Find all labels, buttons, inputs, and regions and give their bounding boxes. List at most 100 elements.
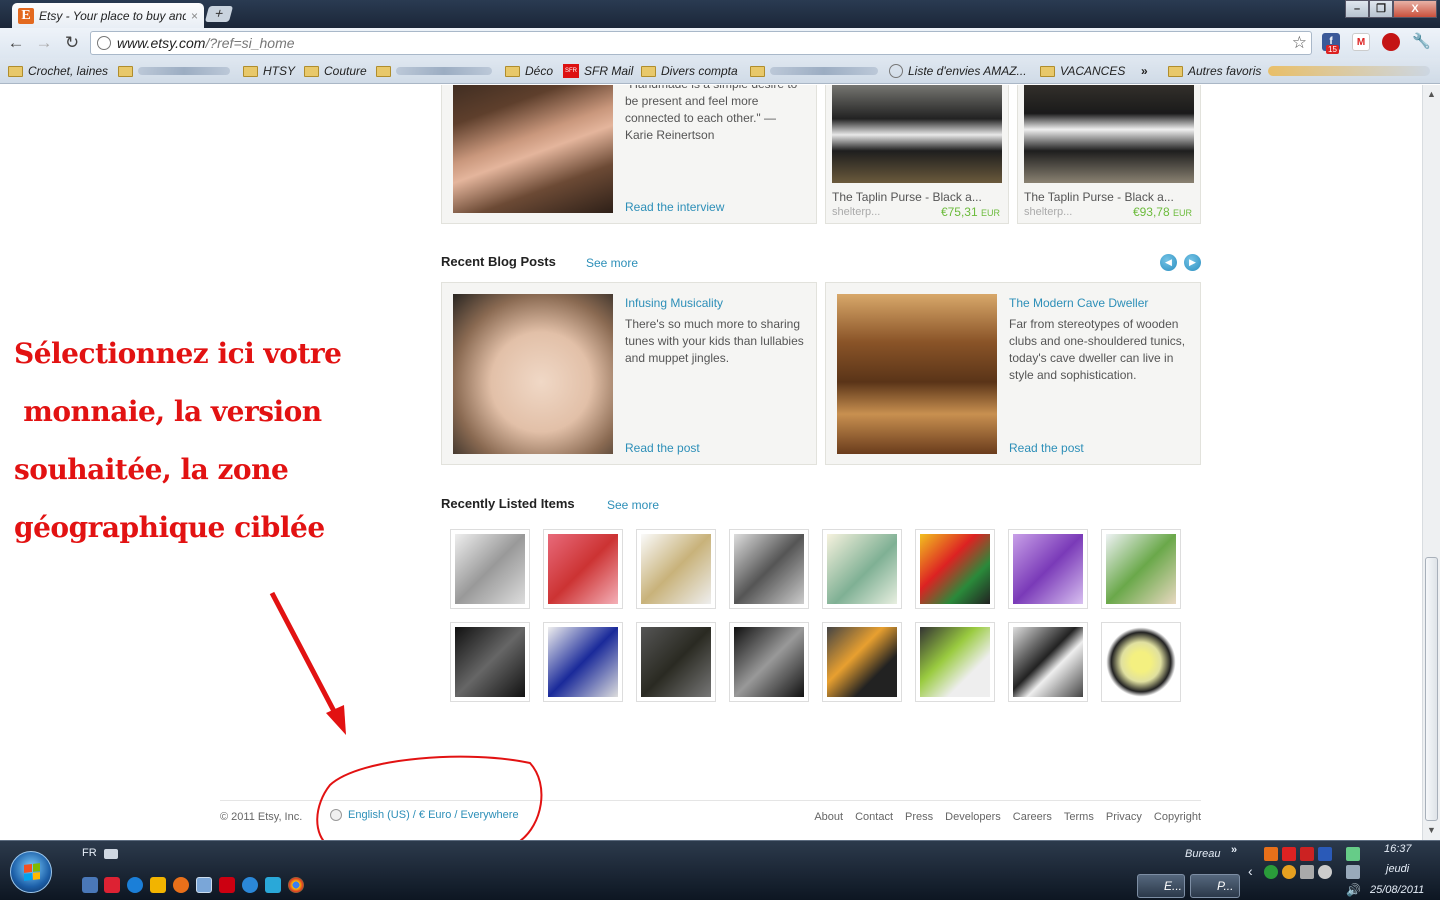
minimize-button[interactable]: – xyxy=(1345,0,1369,18)
forward-arrow-icon[interactable]: → xyxy=(34,33,54,53)
etsy-page: "Handmade is a simple desire to be prese… xyxy=(0,85,1422,840)
desktop-toolbar-more[interactable]: » xyxy=(1231,844,1237,856)
tray-icon-5[interactable] xyxy=(1300,865,1314,879)
window-icon[interactable] xyxy=(196,877,212,893)
new-tab-button[interactable]: + xyxy=(204,5,234,22)
tray-icon-6[interactable] xyxy=(1318,865,1332,879)
tray-icon-z[interactable] xyxy=(1318,847,1332,861)
bookmark-couture[interactable]: Couture xyxy=(304,63,367,79)
browser-toolbar: ← → ↻ www.etsy.com/?ref=si_home ☆ f 15 M… xyxy=(0,28,1440,58)
blurred-label xyxy=(770,67,878,75)
url-host: www.etsy.com xyxy=(117,35,206,51)
bookmark-divers-compta[interactable]: Divers compta xyxy=(641,63,738,79)
bookmark-htsy[interactable]: HTSY xyxy=(243,63,295,79)
bookmarks-overflow-chevron[interactable]: » xyxy=(1141,63,1148,79)
notification-badge: 15 xyxy=(1326,45,1339,54)
folder-icon xyxy=(8,65,23,77)
clock-time[interactable]: 16:37 xyxy=(1384,843,1412,855)
clock-date[interactable]: 25/08/2011 xyxy=(1370,884,1424,896)
annotation-arrow-shaft xyxy=(269,591,339,717)
clock-day[interactable]: jeudi xyxy=(1386,863,1409,875)
tray-icon-1[interactable] xyxy=(1264,847,1278,861)
bookmark-label: Liste d'envies AMAZ... xyxy=(908,64,1027,78)
scroll-down-arrow-icon[interactable]: ▼ xyxy=(1427,825,1436,835)
tray-expand-chevron[interactable]: ‹ xyxy=(1248,863,1253,879)
url-text: www.etsy.com/?ref=si_home xyxy=(117,35,295,51)
bookmark-amazon-wishlist[interactable]: Liste d'envies AMAZ... xyxy=(889,63,1027,79)
page-scrollbar[interactable]: ▲ ▼ xyxy=(1422,85,1440,840)
wrench-menu-icon[interactable]: 🔧 xyxy=(1412,33,1431,51)
bookmark-crochet[interactable]: Crochet, laines xyxy=(8,63,108,79)
word-icon[interactable] xyxy=(219,877,235,893)
bookmark-star-icon[interactable]: ☆ xyxy=(1292,33,1307,53)
etsy-favicon-icon: E xyxy=(18,7,34,24)
red-extension-icon[interactable] xyxy=(1382,33,1400,51)
tab-close-icon[interactable]: × xyxy=(191,9,198,23)
folder-icon xyxy=(243,65,258,77)
reload-icon[interactable]: ↻ xyxy=(62,33,82,53)
media-player-icon[interactable] xyxy=(150,877,166,893)
globe-icon xyxy=(889,64,903,78)
gmail-extension-icon[interactable]: M xyxy=(1352,33,1370,51)
firefox-icon[interactable] xyxy=(173,877,189,893)
page-info-icon[interactable] xyxy=(97,36,111,50)
ie-icon-2[interactable] xyxy=(242,877,258,893)
annotation-circle xyxy=(316,755,543,840)
input-language[interactable]: FR xyxy=(82,847,97,859)
chrome-icon[interactable] xyxy=(288,877,304,893)
bookmark-other-favorites[interactable]: Autres favoris xyxy=(1168,63,1261,79)
tray-icon-4[interactable] xyxy=(1282,865,1296,879)
maximize-button[interactable]: ❐ xyxy=(1369,0,1393,18)
desktop-toolbar-label[interactable]: Bureau xyxy=(1185,848,1220,860)
bookmark-label: Autres favoris xyxy=(1188,64,1262,78)
folder-icon xyxy=(376,65,391,77)
app-icon-red[interactable] xyxy=(104,877,120,893)
blurred-area xyxy=(1268,66,1430,76)
blurred-label xyxy=(138,67,230,75)
bookmark-label: Couture xyxy=(324,64,367,78)
windows-taskbar: FR Bureau » E... P... ‹ 🔊 16:37 jeudi 25… xyxy=(0,840,1440,900)
bookmark-label: Divers compta xyxy=(661,64,738,78)
bookmark-sfr-mail[interactable]: SFR SFR Mail xyxy=(563,63,633,79)
windows-logo-icon xyxy=(24,863,40,881)
folder-icon xyxy=(304,65,319,77)
volume-icon[interactable]: 🔊 xyxy=(1346,883,1361,897)
browser-tab-etsy[interactable]: E Etsy - Your place to buy and × xyxy=(12,3,204,28)
bookmark-blurred-3[interactable] xyxy=(750,63,878,79)
folder-icon xyxy=(641,65,656,77)
bookmark-blurred-2[interactable] xyxy=(376,63,492,79)
annotation-arrow-head xyxy=(326,705,346,735)
keyboard-icon[interactable] xyxy=(104,849,118,859)
scroll-up-arrow-icon[interactable]: ▲ xyxy=(1427,89,1436,99)
bookmark-label: Déco xyxy=(525,64,554,78)
folder-icon xyxy=(750,65,765,77)
bookmark-blurred-1[interactable] xyxy=(118,63,230,79)
show-desktop-icon[interactable] xyxy=(82,877,98,893)
bookmark-deco[interactable]: Déco xyxy=(505,63,553,79)
bookmark-label: Crochet, laines xyxy=(28,64,109,78)
bookmark-label: HTSY xyxy=(263,64,296,78)
annotation-overlay xyxy=(269,591,543,840)
ati-icon[interactable] xyxy=(1300,847,1314,861)
taskbar-chrome-window[interactable]: E... xyxy=(1137,874,1185,898)
scrollbar-thumb[interactable] xyxy=(1425,557,1438,821)
tray-icon-3[interactable] xyxy=(1264,865,1278,879)
folder-icon xyxy=(1040,65,1055,77)
bookmarks-bar: Crochet, laines HTSY Couture Déco SFR SFR… xyxy=(0,58,1440,84)
tray-icon-2[interactable] xyxy=(1282,847,1296,861)
folder-icon xyxy=(505,65,520,77)
folder-icon xyxy=(118,65,133,77)
app-icon-blue[interactable] xyxy=(265,877,281,893)
address-bar[interactable]: www.etsy.com/?ref=si_home ☆ xyxy=(90,31,1312,55)
close-window-button[interactable]: X xyxy=(1393,0,1437,18)
bookmark-label: SFR Mail xyxy=(584,64,634,78)
folder-icon xyxy=(1168,65,1183,77)
action-center-icon[interactable] xyxy=(1346,847,1360,861)
network-icon[interactable] xyxy=(1346,865,1360,879)
back-arrow-icon[interactable]: ← xyxy=(6,33,26,53)
bookmark-vacances[interactable]: VACANCES xyxy=(1040,63,1125,79)
blurred-label xyxy=(396,67,492,75)
taskbar-paint-window[interactable]: P... xyxy=(1190,874,1240,898)
ie-icon[interactable] xyxy=(127,877,143,893)
start-button[interactable] xyxy=(10,851,52,893)
